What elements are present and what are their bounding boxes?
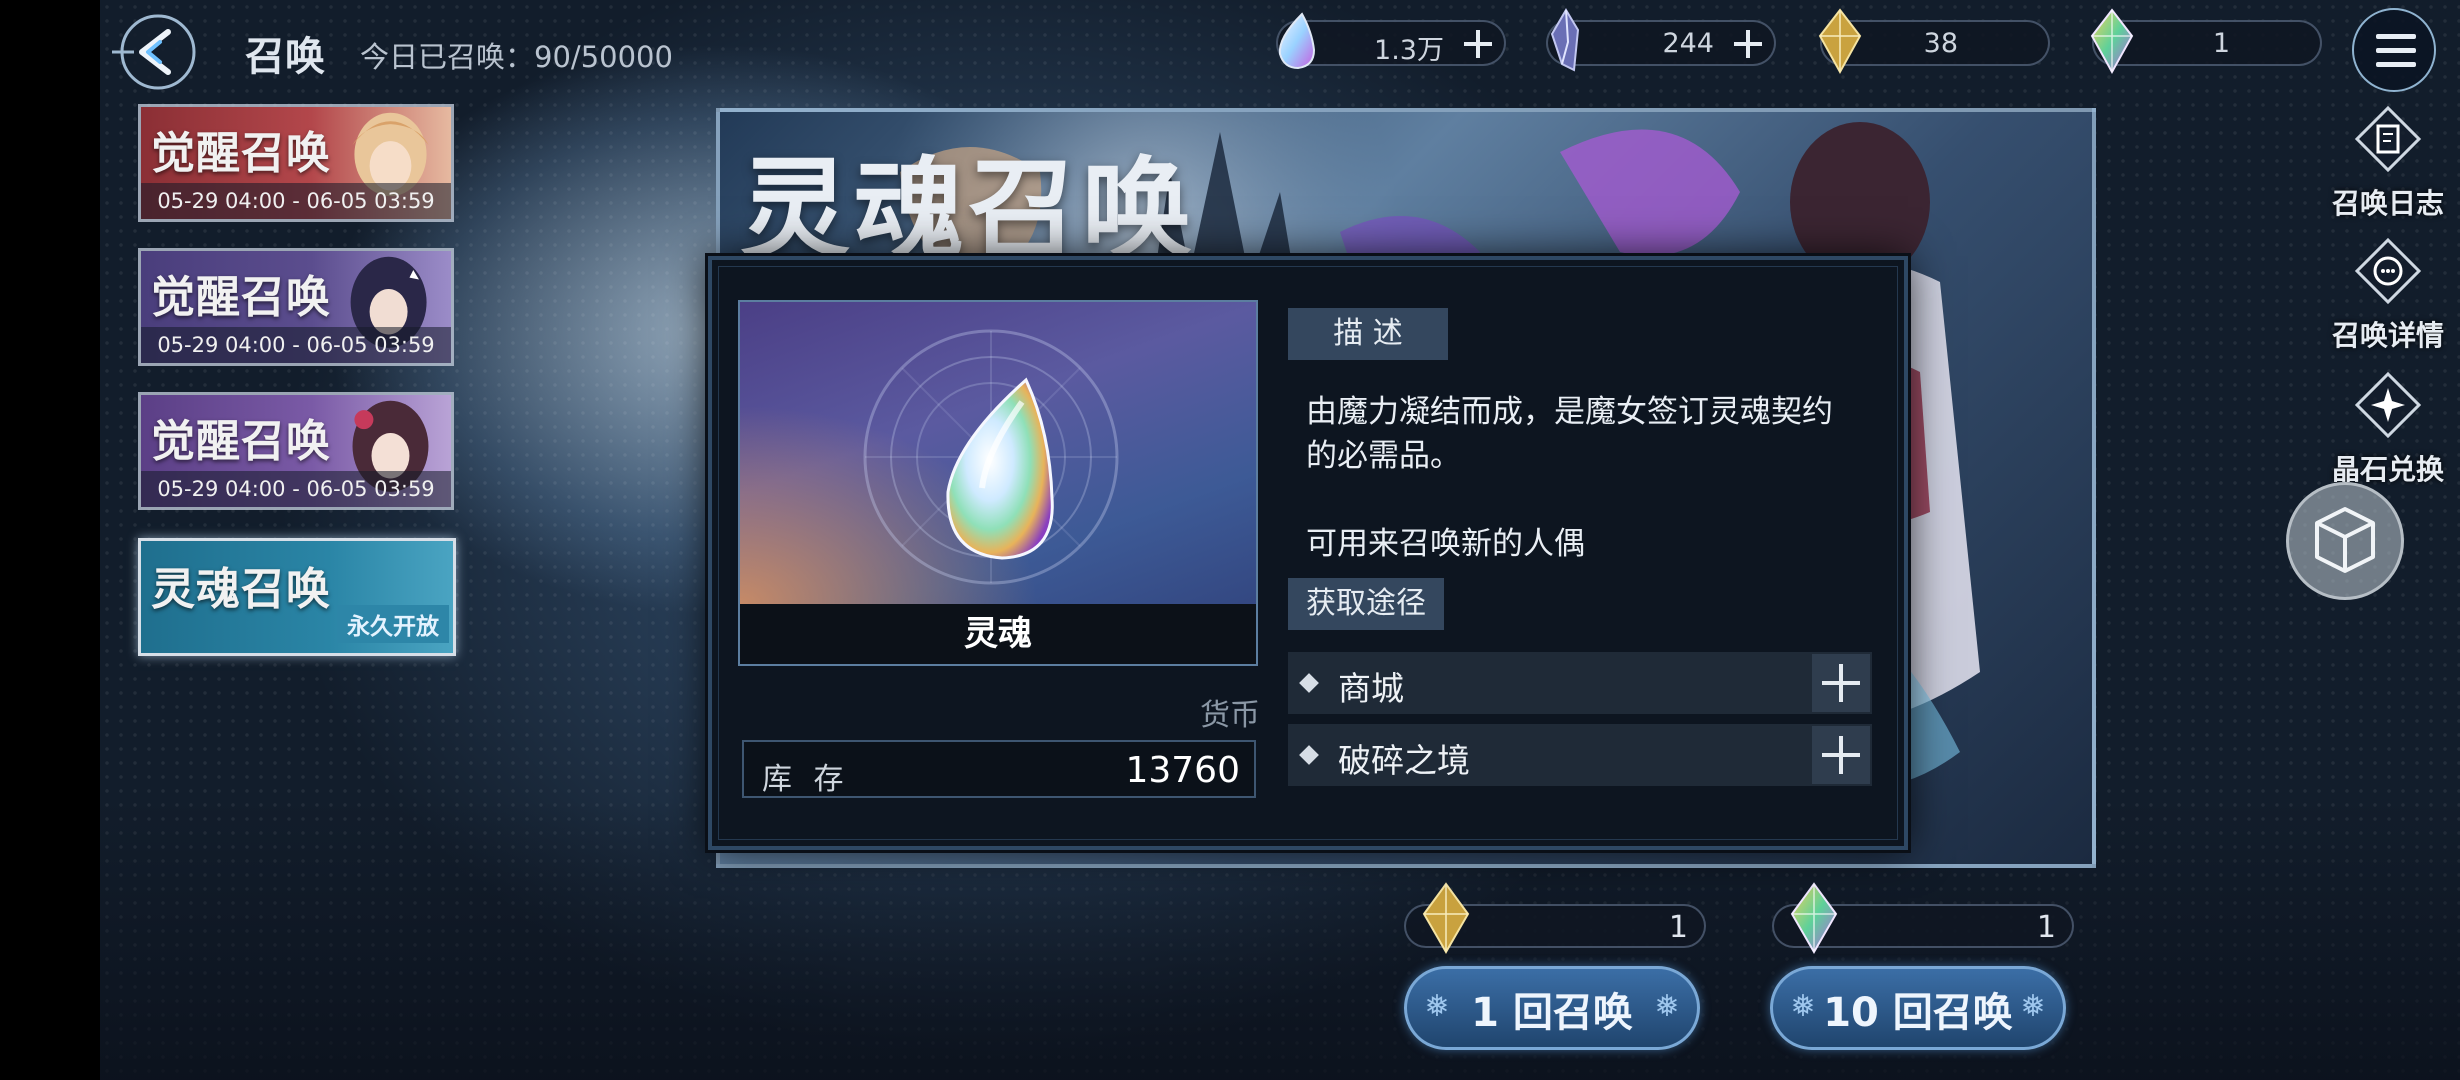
item-info-popup: 灵魂 货币 库 存 13760 描 述 由魔力凝结而成，是魔女签订灵魂契约 的必… (708, 256, 1908, 850)
plus-icon[interactable] (1730, 26, 1766, 62)
plus-icon[interactable] (1812, 654, 1870, 712)
plus-icon[interactable] (1812, 726, 1870, 784)
rainbow-gem-icon (1790, 882, 1838, 954)
crystal-exchange-button[interactable]: 晶石兑换 (2318, 370, 2458, 488)
banner-awaken-1[interactable]: 觉醒召唤 05-29 04:00 - 06-05 03:59 (138, 104, 454, 222)
item-card: 灵魂 (738, 300, 1258, 666)
gold-gem-icon (1422, 882, 1470, 954)
resource-gold-gem[interactable]: 38 (1818, 8, 2050, 75)
single-summon-button[interactable]: ❅ 1 回召唤 ❅ (1394, 966, 1710, 1050)
summon-screen: 灵魂召唤 召唤 今日已召唤：90/50000 1.3万 244 38 1 召唤日… (100, 0, 2460, 1080)
back-button[interactable] (112, 12, 204, 92)
snowflake-ornament-icon: ❅ (2020, 989, 2046, 1024)
resource-crystal-value: 244 (1662, 28, 1714, 59)
crystal-icon (1550, 8, 1580, 72)
stock-row: 库 存 13760 (742, 740, 1256, 798)
single-summon-cost: 1 (1404, 882, 1706, 954)
gold-gem-icon (1818, 8, 1862, 75)
diamond-bullet-icon (1299, 673, 1319, 693)
exchange-star-icon (2354, 371, 2422, 439)
source-row-shop[interactable]: 商城 (1288, 652, 1872, 714)
banner-soul-summon[interactable]: 灵魂召唤 永久开放 (138, 538, 456, 656)
resource-soul-value: 1.3万 (1374, 35, 1444, 66)
resource-crystal[interactable]: 244 (1546, 8, 1776, 72)
rainbow-gem-icon (2090, 8, 2134, 75)
ten-summon-button[interactable]: ❅ 10 回召唤 ❅ (1760, 966, 2076, 1050)
resource-rainbow-gem[interactable]: 1 (2090, 8, 2322, 75)
source-row-shattered-realm[interactable]: 破碎之境 (1288, 724, 1872, 786)
soul-drop-icon (946, 377, 1054, 560)
menu-button[interactable] (2352, 8, 2436, 92)
resource-gold-gem-value: 38 (1923, 28, 1958, 59)
source-header: 获取途径 (1288, 578, 1444, 630)
cube-button[interactable] (2286, 482, 2404, 600)
back-arrow-icon (112, 14, 196, 90)
summon-log-button[interactable]: 召唤日志 (2318, 104, 2458, 222)
plus-icon[interactable] (1460, 26, 1496, 62)
snowflake-ornament-icon: ❅ (1654, 989, 1680, 1024)
item-name: 灵魂 (740, 604, 1256, 664)
resource-rainbow-gem-value: 1 (2212, 28, 2230, 59)
diamond-bullet-icon (1299, 745, 1319, 765)
log-icon (2354, 105, 2422, 173)
daily-summon-count: 今日已召唤：90/50000 (360, 40, 673, 74)
resource-soul[interactable]: 1.3万 (1276, 12, 1506, 70)
stock-value: 13760 (1125, 750, 1240, 791)
description-header: 描 述 (1288, 308, 1448, 360)
item-description: 由魔力凝结而成，是魔女签订灵魂契约 的必需品。 可用来召唤新的人偶 (1306, 394, 1833, 562)
summon-details-button[interactable]: 召唤详情 (2318, 236, 2458, 354)
permanent-badge: 永久开放 (337, 605, 449, 643)
details-icon (2354, 237, 2422, 305)
banner-awaken-2[interactable]: 觉醒召唤 05-29 04:00 - 06-05 03:59 (138, 248, 454, 366)
ten-summon-cost: 1 (1772, 882, 2074, 954)
item-category: 货币 (1200, 698, 1260, 733)
page-title: 召唤 (245, 34, 325, 80)
cube-icon (2315, 507, 2375, 573)
soul-icon (1278, 12, 1316, 70)
banner-awaken-3[interactable]: 觉醒召唤 05-29 04:00 - 06-05 03:59 (138, 392, 454, 510)
stock-label: 库 存 (762, 762, 850, 797)
